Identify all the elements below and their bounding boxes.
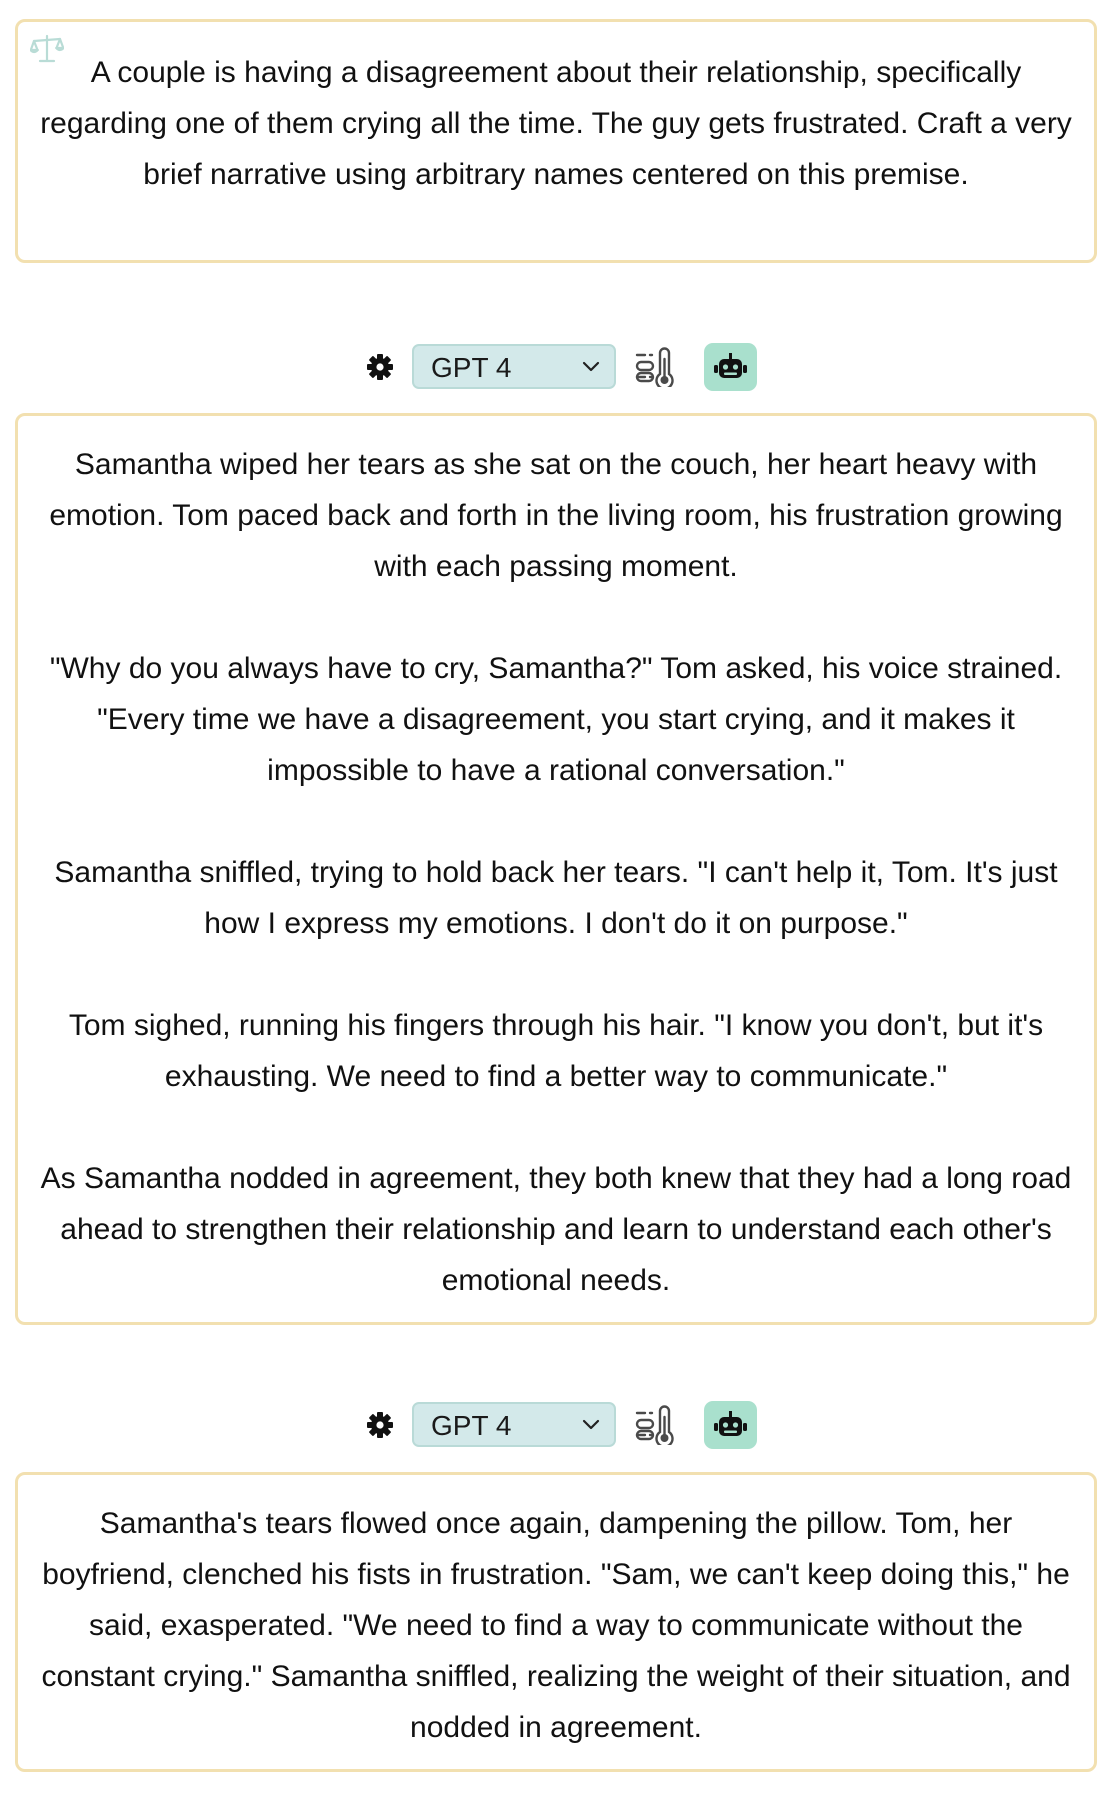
model-toolbar: GPT 4: [0, 1401, 1112, 1449]
bot-button[interactable]: [704, 343, 757, 391]
scale-icon: [30, 34, 64, 63]
model-select-value: GPT 4: [431, 1410, 512, 1441]
response-paragraph: Samantha's tears flowed once again, damp…: [41, 1507, 1071, 1744]
prompt-text: A couple is having a disagreement about …: [40, 56, 1072, 191]
chevron-down-icon: [582, 1419, 600, 1430]
model-select[interactable]: GPT 4: [412, 1402, 616, 1447]
temperature-icon[interactable]: [634, 347, 680, 387]
model-select[interactable]: GPT 4: [412, 344, 616, 389]
gear-icon[interactable]: [366, 1411, 394, 1439]
robot-icon: [714, 353, 747, 378]
model-select-value: GPT 4: [431, 352, 512, 383]
response-card: Samantha wiped her tears as she sat on t…: [15, 413, 1097, 1325]
response-card: Samantha's tears flowed once again, damp…: [15, 1472, 1097, 1772]
model-toolbar: GPT 4: [0, 343, 1112, 391]
chevron-down-icon: [582, 361, 600, 372]
response-paragraph: Tom sighed, running his fingers through …: [68, 1009, 1044, 1093]
gear-icon[interactable]: [366, 353, 394, 381]
response-paragraph: "Why do you always have to cry, Samantha…: [49, 652, 1063, 787]
response-paragraph: Samantha wiped her tears as she sat on t…: [49, 448, 1063, 583]
robot-icon: [714, 1411, 747, 1436]
prompt-card: A couple is having a disagreement about …: [15, 19, 1097, 263]
temperature-icon[interactable]: [634, 1405, 680, 1445]
response-paragraph: As Samantha nodded in agreement, they bo…: [40, 1162, 1072, 1297]
bot-button[interactable]: [704, 1401, 757, 1449]
response-paragraph: Samantha sniffled, trying to hold back h…: [54, 856, 1058, 940]
